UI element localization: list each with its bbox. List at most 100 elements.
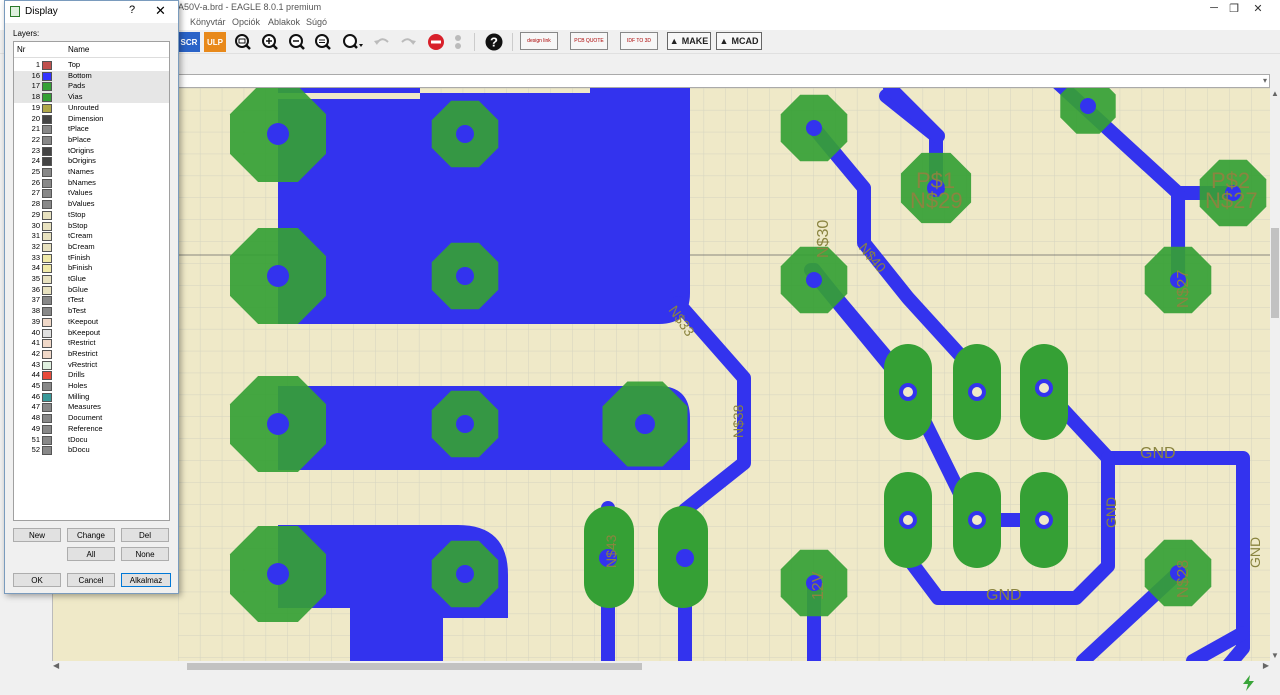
zoom-out-icon[interactable] <box>287 32 307 52</box>
layer-color-swatch[interactable] <box>42 82 52 92</box>
layer-row[interactable]: 34 bFinish <box>14 263 169 274</box>
layer-color-swatch[interactable] <box>42 103 52 113</box>
layer-row[interactable]: 47 Measures <box>14 402 169 413</box>
layer-row[interactable]: 24 bOrigins <box>14 156 169 167</box>
layer-row[interactable]: 25 tNames <box>14 167 169 178</box>
layer-color-swatch[interactable] <box>42 168 52 177</box>
redo-icon[interactable] <box>398 32 418 52</box>
none-button[interactable]: None <box>121 547 169 561</box>
layer-color-swatch[interactable] <box>42 232 52 242</box>
change-button[interactable]: Change <box>67 528 115 542</box>
layer-row[interactable]: 18 Vias <box>14 92 169 103</box>
layer-row[interactable]: 31 tCream <box>14 231 169 242</box>
menu-opciok[interactable]: Opciók <box>232 17 260 27</box>
layer-color-swatch[interactable] <box>42 328 52 338</box>
layer-row[interactable]: 46 Milling <box>14 392 169 403</box>
board-svg[interactable]: P$1 N$29 P$2 N$27 GND GND N$38 N$43 N$30… <box>178 88 1270 661</box>
vertical-scrollbar[interactable]: ▲ ▼ <box>1270 88 1280 661</box>
layer-color-swatch[interactable] <box>42 296 52 306</box>
layer-row[interactable]: 27 tValues <box>14 188 169 199</box>
go-icon[interactable] <box>451 32 465 52</box>
layer-row[interactable]: 43 vRestrict <box>14 360 169 371</box>
vertical-scroll-thumb[interactable] <box>1271 228 1279 318</box>
column-header-name[interactable]: Name <box>68 45 89 54</box>
help-icon[interactable]: ? <box>484 32 504 52</box>
layer-row[interactable]: 1 Top <box>14 60 169 71</box>
chevron-down-icon[interactable]: ▾ <box>1263 76 1267 85</box>
ok-button[interactable]: OK <box>13 573 61 587</box>
close-icon[interactable]: ✕ <box>1236 0 1280 16</box>
layer-row[interactable]: 40 bKeepout <box>14 328 169 339</box>
layer-row[interactable]: 37 tTest <box>14 295 169 306</box>
layer-color-swatch[interactable] <box>42 178 52 188</box>
layer-row[interactable]: 28 bValues <box>14 199 169 210</box>
zoom-redraw-icon[interactable] <box>313 32 333 52</box>
layer-color-swatch[interactable] <box>42 200 52 210</box>
layer-color-swatch[interactable] <box>42 360 52 370</box>
layer-color-swatch[interactable] <box>42 435 52 445</box>
layer-row[interactable]: 33 tFinish <box>14 253 169 264</box>
layer-row[interactable]: 41 tRestrict <box>14 338 169 349</box>
layer-color-swatch[interactable] <box>42 114 52 124</box>
layer-color-swatch[interactable] <box>42 275 52 284</box>
layer-row[interactable]: 49 Reference <box>14 424 169 435</box>
layer-color-swatch[interactable] <box>42 382 52 391</box>
layer-color-swatch[interactable] <box>42 424 52 434</box>
layer-color-swatch[interactable] <box>42 371 52 381</box>
script-button[interactable]: SCR <box>178 32 200 52</box>
layer-color-swatch[interactable] <box>42 339 52 349</box>
layer-row[interactable]: 35 tGlue <box>14 274 169 285</box>
layer-row[interactable]: 17 Pads <box>14 81 169 93</box>
layer-row[interactable]: 51 tDocu <box>14 435 169 446</box>
scroll-up-icon[interactable]: ▲ <box>1271 89 1279 98</box>
layer-row[interactable]: 23 tOrigins <box>14 146 169 157</box>
layer-row[interactable]: 45 Holes <box>14 381 169 392</box>
layer-color-swatch[interactable] <box>42 125 52 135</box>
layer-color-swatch[interactable] <box>42 71 52 81</box>
idf-to-3d-button[interactable]: IDF TO 3D <box>620 32 658 50</box>
scroll-right-icon[interactable]: ▶ <box>1263 661 1269 670</box>
make-button[interactable]: ▲ MAKE <box>667 32 711 50</box>
layer-color-swatch[interactable] <box>42 61 52 70</box>
scroll-down-icon[interactable]: ▼ <box>1271 651 1279 660</box>
layer-row[interactable]: 36 bGlue <box>14 285 169 296</box>
command-line-input[interactable]: ▾ <box>178 74 1270 88</box>
layers-list[interactable]: Nr Name 1 Top 16 Bottom 17 Pads 18 Vias 19 Unrout… <box>13 41 170 521</box>
zoom-select-icon[interactable] <box>341 32 365 52</box>
cancel-button[interactable]: Cancel <box>67 573 115 587</box>
lightning-icon[interactable] <box>1240 674 1258 695</box>
layer-color-swatch[interactable] <box>42 253 52 263</box>
layer-row[interactable]: 38 bTest <box>14 306 169 317</box>
layer-row[interactable]: 21 tPlace <box>14 124 169 135</box>
zoom-in-icon[interactable] <box>260 32 280 52</box>
layer-row[interactable]: 39 tKeepout <box>14 317 169 328</box>
undo-icon[interactable] <box>372 32 392 52</box>
zoom-fit-icon[interactable] <box>233 32 253 52</box>
layer-row[interactable]: 30 bStop <box>14 221 169 232</box>
pcb-quote-button[interactable]: PCB QUOTE <box>570 32 608 50</box>
layer-color-swatch[interactable] <box>42 264 52 274</box>
layer-row[interactable]: 20 Dimension <box>14 114 169 125</box>
layer-color-swatch[interactable] <box>42 285 52 295</box>
close-dialog-icon[interactable]: ✕ <box>155 3 166 19</box>
new-button[interactable]: New <box>13 528 61 542</box>
apply-button[interactable]: Alkalmaz <box>121 573 171 587</box>
layer-row[interactable]: 44 Drills <box>14 370 169 381</box>
layer-color-swatch[interactable] <box>42 403 52 413</box>
layer-color-swatch[interactable] <box>42 146 52 156</box>
layer-row[interactable]: 42 bRestrict <box>14 349 169 360</box>
board-canvas[interactable]: P$1 N$29 P$2 N$27 GND GND N$38 N$43 N$30… <box>178 88 1270 661</box>
mcad-button[interactable]: ▲ MCAD <box>716 32 762 50</box>
layer-color-swatch[interactable] <box>42 135 52 145</box>
horizontal-scrollbar[interactable]: ◀ ▶ <box>52 661 1270 672</box>
layer-row[interactable]: 29 tStop <box>14 210 169 221</box>
layer-color-swatch[interactable] <box>42 392 52 402</box>
layer-color-swatch[interactable] <box>42 317 52 327</box>
layer-row[interactable]: 16 Bottom <box>14 70 169 82</box>
menu-konyvtar[interactable]: Könyvtár <box>190 17 226 27</box>
menu-sugo[interactable]: Súgó <box>306 17 327 27</box>
layer-row[interactable]: 32 bCream <box>14 242 169 253</box>
layer-color-swatch[interactable] <box>42 93 52 103</box>
scroll-left-icon[interactable]: ◀ <box>53 661 59 670</box>
menu-ablakok[interactable]: Ablakok <box>268 17 300 27</box>
